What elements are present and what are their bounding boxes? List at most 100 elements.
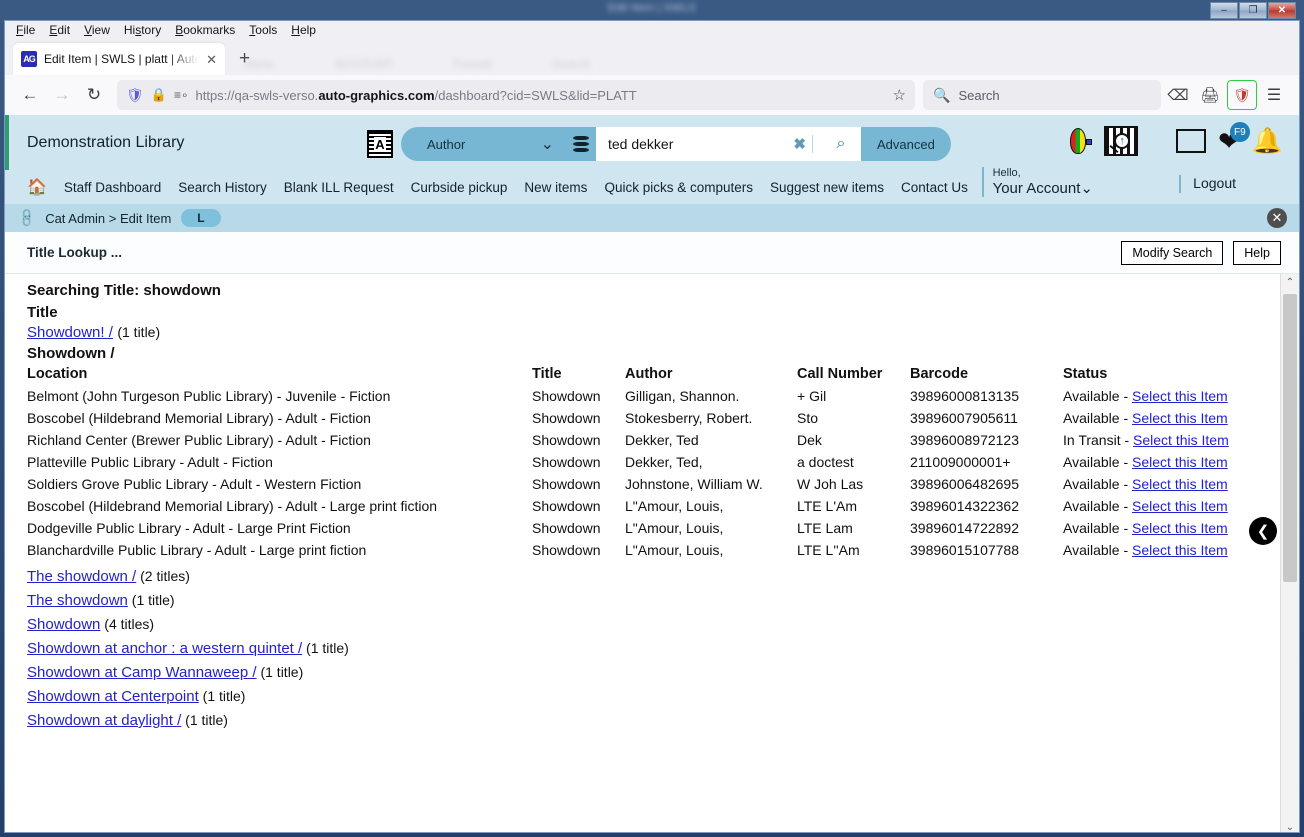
database-icon[interactable]	[566, 127, 596, 161]
item-barcode: 39896008972123	[910, 432, 1020, 448]
shield-icon[interactable]: 🛡	[126, 87, 144, 104]
collapse-panel-button[interactable]: ❮	[1249, 517, 1277, 545]
nav-item-new-items[interactable]: New items	[524, 180, 587, 195]
url-text: https://qa-swls-verso.auto-graphics.com/…	[195, 87, 637, 103]
item-call-number: LTE L''Am	[797, 542, 860, 558]
scrollbar-thumb[interactable]	[1283, 294, 1297, 582]
back-icon[interactable]: ←	[15, 80, 45, 110]
col-header-title: Title	[532, 366, 562, 382]
reload-icon[interactable]: ↻	[79, 80, 109, 110]
item-status-cell: Available - Select this Item	[1063, 385, 1267, 407]
title-group-link[interactable]: Showdown	[27, 616, 100, 633]
item-status-cell: Available - Select this Item	[1063, 495, 1267, 517]
permissions-icon[interactable]: ≡∘	[174, 88, 189, 102]
select-this-item-link[interactable]: Select this Item	[1132, 520, 1228, 536]
search-cluster: A Author ⌄ ted dekker ✖ ⌕ Advanced	[367, 127, 951, 161]
select-this-item-link[interactable]: Select this Item	[1132, 498, 1228, 514]
title-group-row: Showdown at anchor : a western quintet /…	[27, 640, 1280, 658]
search-placeholder: Search	[958, 87, 1000, 103]
menu-bookmarks[interactable]: Bookmarks	[168, 22, 242, 38]
extension-icon[interactable]: 🛡	[1227, 80, 1257, 110]
select-this-item-link[interactable]: Select this Item	[1132, 454, 1228, 470]
title-group-link[interactable]: Showdown at Camp Wannaweep /	[27, 664, 257, 681]
account-menu[interactable]: Hello, Your Account⌄	[981, 167, 1093, 197]
nav-item-blank-ill-request[interactable]: Blank ILL Request	[284, 180, 394, 195]
close-icon[interactable]: ✕	[1267, 208, 1287, 228]
nav-item-curbside-pickup[interactable]: Curbside pickup	[411, 180, 508, 195]
item-status-cell: Available - Select this Item	[1063, 539, 1267, 561]
maximize-button[interactable]: ❐	[1239, 1, 1267, 19]
help-button[interactable]: Help	[1233, 240, 1281, 265]
tab-close-icon[interactable]: ✕	[206, 53, 217, 66]
url-bar[interactable]: 🛡 🔒 ≡∘ https://qa-swls-verso.auto-graphi…	[117, 80, 915, 110]
item-barcode: 39896007905611	[910, 410, 1018, 426]
bookmark-star-icon[interactable]: ☆	[893, 86, 906, 104]
pocket-icon[interactable]: ⌫	[1163, 80, 1193, 110]
account-name: Your Account⌄	[992, 179, 1093, 197]
nav-item-staff-dashboard[interactable]: Staff Dashboard	[64, 180, 161, 195]
search-scope-select[interactable]: Author ⌄	[401, 127, 566, 161]
browser-tab[interactable]: AG Edit Item | SWLS | platt | Auto-G ✕	[13, 43, 225, 75]
menu-help[interactable]: Help	[284, 22, 323, 38]
select-this-item-link[interactable]: Select this Item	[1132, 388, 1228, 404]
item-location: Richland Center (Brewer Public Library) …	[27, 432, 371, 448]
nav-item-quick-picks[interactable]: Quick picks & computers	[604, 180, 753, 195]
menu-view[interactable]: View	[77, 22, 117, 38]
breadcrumb[interactable]: Cat Admin > Edit Item	[45, 211, 171, 226]
title-group-count: (4 titles)	[100, 616, 155, 632]
browser-search-bar[interactable]: 🔍 Search	[923, 80, 1161, 110]
scroll-up-icon[interactable]: ⌃	[1281, 274, 1299, 291]
select-this-item-link[interactable]: Select this Item	[1133, 432, 1229, 448]
item-call-number: + Gil	[797, 388, 827, 404]
items-table-body: Belmont (John Turgeson Public Library) -…	[27, 385, 1267, 561]
select-this-item-link[interactable]: Select this Item	[1132, 542, 1228, 558]
title-group-link[interactable]: Showdown at Centerpoint	[27, 688, 199, 705]
item-author: Johnstone, William W.	[625, 476, 763, 492]
vertical-scrollbar[interactable]: ⌃ ⌄	[1280, 274, 1299, 832]
app-menu-icon[interactable]: ☰	[1259, 80, 1289, 110]
select-this-item-link[interactable]: Select this Item	[1132, 410, 1228, 426]
nav-item-suggest-new-items[interactable]: Suggest new items	[770, 180, 884, 195]
title-group-link[interactable]: The showdown	[27, 592, 128, 609]
menu-tools[interactable]: Tools	[242, 22, 284, 38]
menu-history[interactable]: History	[117, 22, 168, 38]
menu-edit[interactable]: Edit	[42, 22, 77, 38]
title-group-link[interactable]: Showdown at anchor : a western quintet /	[27, 640, 302, 657]
status-badge: Available -	[1063, 520, 1133, 536]
home-icon[interactable]: 🏠	[27, 177, 47, 197]
lists-icon[interactable]	[1176, 129, 1207, 153]
item-call-number: LTE Lam	[797, 520, 853, 536]
close-window-button[interactable]: ✕	[1268, 1, 1296, 19]
scroll-down-icon[interactable]: ⌄	[1281, 819, 1299, 832]
title-group-count: (2 titles)	[136, 568, 190, 584]
search-submit-icon[interactable]: ⌕	[821, 127, 861, 161]
advanced-search-button[interactable]: Advanced	[861, 127, 951, 161]
col-header-location: Location	[27, 366, 88, 382]
logout-block[interactable]: Logout	[1179, 175, 1236, 193]
bell-icon[interactable]: 🔔	[1252, 128, 1283, 154]
window-titlebar: Edit Item | SWLS – ❐ ✕	[4, 0, 1300, 20]
select-this-item-link[interactable]: Select this Item	[1132, 476, 1228, 492]
title-group-row: The showdown (1 title)	[27, 592, 1280, 610]
translate-icon[interactable]: A	[367, 130, 393, 158]
title-group-link[interactable]: Showdown at daylight /	[27, 712, 181, 729]
magnify-library-icon[interactable]: ↑	[1104, 126, 1139, 156]
title-group-count: (1 title)	[181, 712, 228, 728]
print-icon[interactable]: 🖨	[1195, 80, 1225, 110]
menu-file[interactable]: File	[9, 22, 42, 38]
search-query-input[interactable]: ted dekker ✖	[596, 127, 821, 161]
breadcrumb-pill[interactable]: L	[181, 209, 221, 227]
item-title: Showdown	[532, 498, 601, 514]
hot-air-balloon-icon[interactable]	[1070, 123, 1093, 159]
title-group-link[interactable]: The showdown /	[27, 568, 136, 585]
nav-item-contact-us[interactable]: Contact Us	[901, 180, 968, 195]
clear-search-icon[interactable]: ✖	[787, 135, 812, 153]
logout-link[interactable]: Logout	[1193, 175, 1236, 191]
minimize-button[interactable]: –	[1210, 1, 1238, 19]
title-group-link[interactable]: Showdown! /	[27, 324, 113, 341]
nav-item-search-history[interactable]: Search History	[178, 180, 267, 195]
favorites-icon[interactable]: ❤ F9	[1218, 122, 1250, 154]
modify-search-button[interactable]: Modify Search	[1121, 240, 1224, 265]
lock-icon[interactable]: 🔒	[151, 87, 167, 103]
browser-menubar: File Edit View History Bookmarks Tools H…	[5, 21, 1299, 39]
